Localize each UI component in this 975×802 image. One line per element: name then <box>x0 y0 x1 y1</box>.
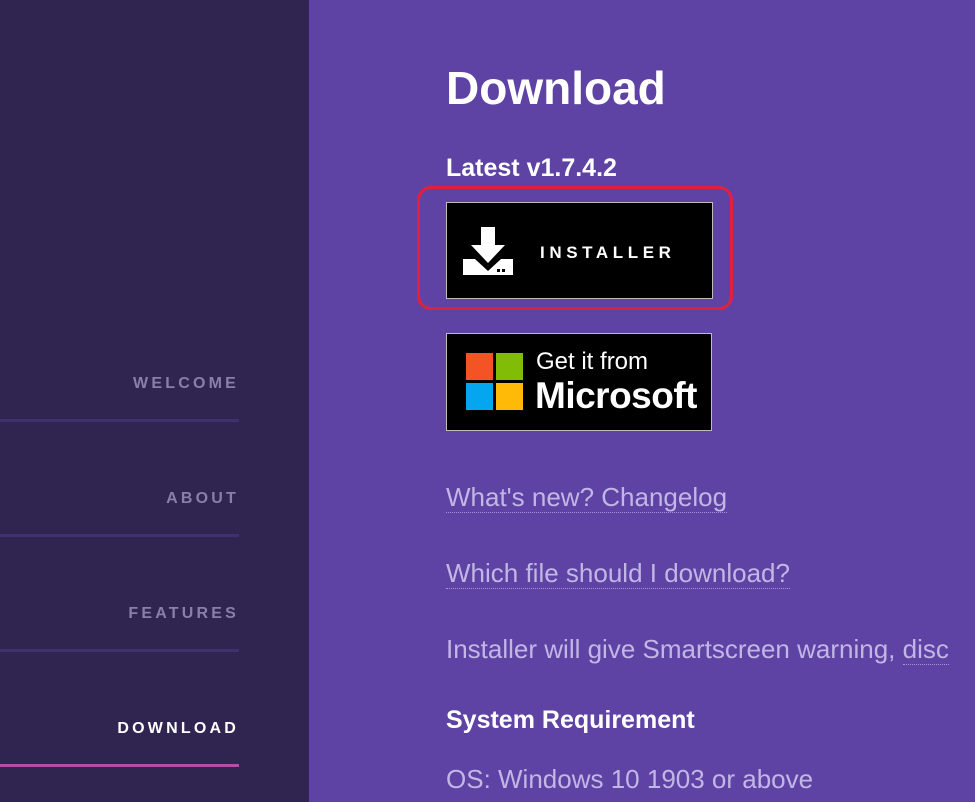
sidebar-item-welcome[interactable]: WELCOME <box>0 307 239 422</box>
sidebar-item-about[interactable]: ABOUT <box>0 422 239 537</box>
page-title: Download <box>446 62 666 114</box>
main-content: Download Latest v1.7.4.2 INSTALLER Get i… <box>417 0 975 802</box>
smartscreen-text: Installer will give Smartscreen warning, <box>446 634 903 664</box>
which-file-link[interactable]: Which file should I download? <box>446 558 790 589</box>
sidebar-item-label: FEATURES <box>128 605 239 622</box>
sidebar-item-download[interactable]: DOWNLOAD <box>0 652 239 767</box>
os-requirement: OS: Windows 10 1903 or above <box>446 764 814 794</box>
installer-button-label: INSTALLER <box>540 243 676 262</box>
changelog-link[interactable]: What's new? Changelog <box>446 482 728 513</box>
sidebar-item-label: ABOUT <box>166 490 239 507</box>
store-button-line2: Microsoft <box>535 375 698 416</box>
microsoft-store-button[interactable]: Get it from Microsoft <box>446 333 712 431</box>
microsoft-logo-icon <box>466 353 523 410</box>
system-requirement-heading: System Requirement <box>446 706 695 734</box>
smartscreen-link[interactable]: disc <box>902 634 949 665</box>
sidebar-item-features[interactable]: FEATURES <box>0 537 239 652</box>
latest-version: Latest v1.7.4.2 <box>446 154 617 182</box>
smartscreen-note: Installer will give Smartscreen warning,… <box>446 633 949 665</box>
sidebar-item-label: DOWNLOAD <box>117 720 239 737</box>
sidebar: WELCOME ABOUT FEATURES DOWNLOAD <box>0 0 309 802</box>
sidebar-item-label: WELCOME <box>133 375 239 392</box>
download-icon <box>463 227 513 275</box>
which-file-line: Which file should I download? <box>446 557 790 589</box>
changelog-line: What's new? Changelog <box>446 481 728 513</box>
store-button-line1: Get it from <box>536 348 649 375</box>
installer-button[interactable]: INSTALLER <box>446 202 713 299</box>
